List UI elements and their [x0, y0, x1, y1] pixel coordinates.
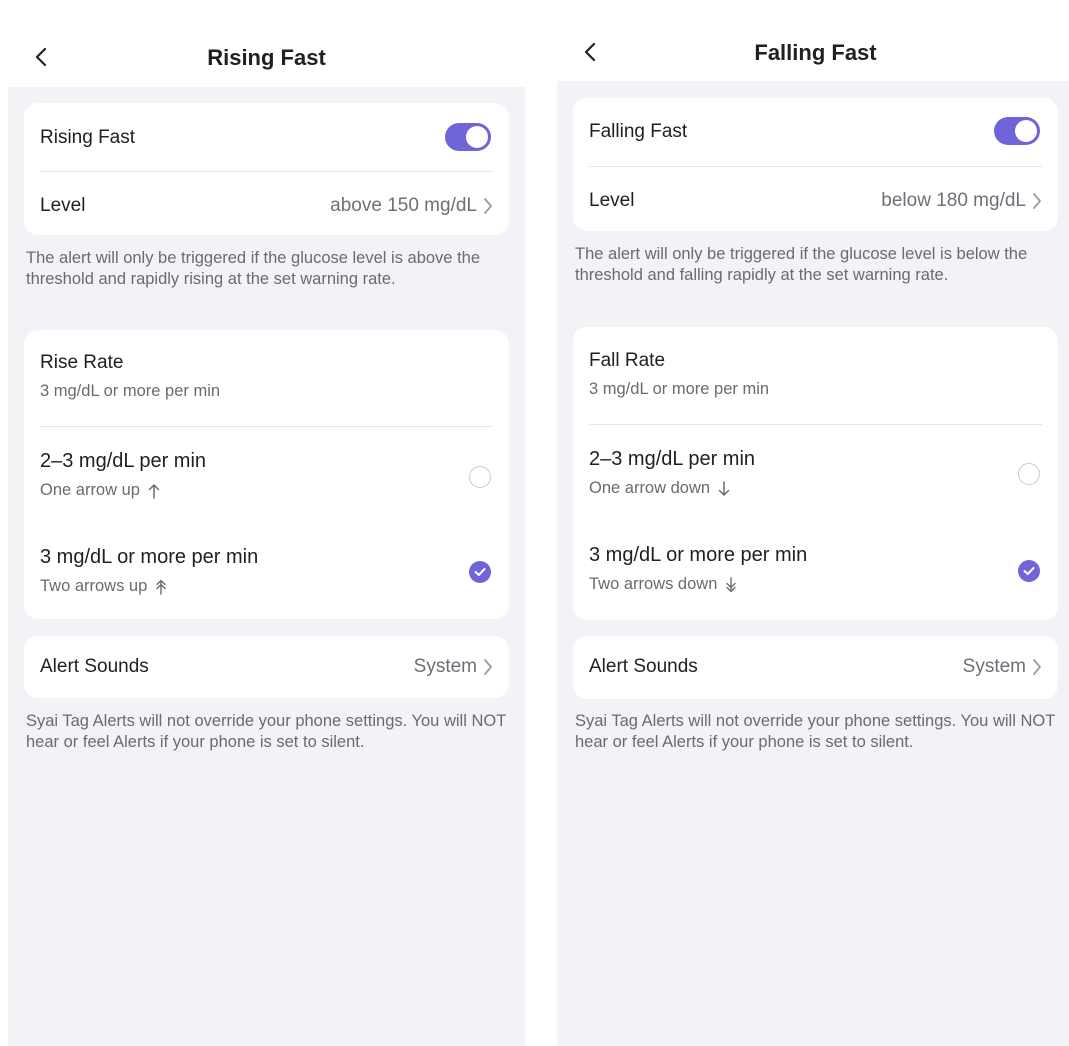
rate-option-2-3[interactable]: 2–3 mg/dL per min One arrow down [589, 448, 1042, 504]
rate-option-3-plus[interactable]: 3 mg/dL or more per min Two arrows up [40, 546, 493, 602]
option-subtitle: One arrow up [40, 481, 493, 500]
alert-toggle-row: Falling Fast [589, 121, 1042, 143]
option-subtitle: One arrow down [589, 479, 1042, 498]
level-note: The alert will only be triggered if the … [575, 245, 1028, 284]
rate-option-2-3[interactable]: 2–3 mg/dL per min One arrow up [40, 450, 493, 506]
divider [40, 426, 493, 427]
arrow-up-icon [148, 483, 160, 499]
app-stage: Rising Fast Rising Fast Level above 150 … [0, 0, 1069, 1046]
nav-bar: Rising Fast [8, 0, 525, 87]
radio-option-3-plus-selected[interactable] [1018, 560, 1040, 582]
rate-title: Fall Rate [589, 350, 666, 371]
sounds-note: Syai Tag Alerts will not override your p… [26, 712, 506, 751]
page-title: Rising Fast [207, 45, 326, 70]
option-subtitle-text: Two arrows down [589, 575, 718, 593]
level-value: above 150 mg/dL [330, 195, 477, 216]
option-title: 3 mg/dL or more per min [589, 544, 808, 566]
divider [40, 171, 493, 172]
level-value-group: below 180 mg/dL [881, 190, 1042, 212]
option-title: 2–3 mg/dL per min [589, 448, 756, 470]
alert-sounds-row[interactable]: Alert Sounds System [40, 656, 493, 680]
alert-toggle-label: Falling Fast [589, 121, 688, 142]
divider [589, 424, 1042, 425]
option-subtitle-text: One arrow down [589, 479, 711, 497]
rate-card: Fall Rate 3 mg/dL or more per min 2–3 mg… [573, 327, 1058, 620]
checkmark-icon [1023, 567, 1035, 575]
option-subtitle-text: Two arrows up [40, 577, 148, 595]
toggle-knob [1015, 120, 1037, 142]
radio-option-2-3[interactable] [469, 466, 491, 488]
toggle-knob [466, 126, 488, 148]
alert-toggle-switch[interactable] [994, 117, 1040, 145]
alert-sounds-row[interactable]: Alert Sounds System [589, 656, 1042, 680]
radio-option-3-plus-selected[interactable] [469, 561, 491, 583]
alert-toggle-label: Rising Fast [40, 127, 136, 148]
checkmark-icon [474, 568, 486, 576]
nav-bar: Falling Fast [557, 0, 1069, 81]
alert-sounds-value-group: System [963, 656, 1042, 678]
option-subtitle: Two arrows down [589, 575, 1042, 594]
rate-summary: Fall Rate 3 mg/dL or more per min [589, 350, 1042, 399]
arrow-down-icon [718, 480, 730, 496]
rate-option-3-plus[interactable]: 3 mg/dL or more per min Two arrows down [589, 544, 1042, 600]
alert-toggle-row: Rising Fast [40, 127, 493, 149]
level-value-group: above 150 mg/dL [330, 195, 493, 217]
level-row[interactable]: Level below 180 mg/dL [589, 190, 1042, 214]
alert-settings-card: Falling Fast Level below 180 mg/dL [573, 98, 1058, 231]
chevron-right-icon [484, 659, 492, 675]
rate-title: Rise Rate [40, 352, 124, 373]
alert-toggle-switch[interactable] [445, 123, 491, 151]
chevron-right-icon [1033, 659, 1041, 675]
rate-current: 3 mg/dL or more per min [40, 382, 221, 400]
sounds-note: Syai Tag Alerts will not override your p… [575, 712, 1055, 751]
option-title: 2–3 mg/dL per min [40, 450, 207, 472]
rising-fast-screen: Rising Fast Rising Fast Level above 150 … [8, 0, 525, 1046]
chevron-right-icon [1033, 193, 1041, 209]
alert-sounds-card[interactable]: Alert Sounds System [573, 636, 1058, 699]
double-arrow-down-icon [726, 576, 737, 592]
divider [589, 166, 1042, 167]
level-row[interactable]: Level above 150 mg/dL [40, 195, 493, 219]
alert-sounds-value: System [962, 656, 1026, 677]
option-title: 3 mg/dL or more per min [40, 546, 259, 568]
alert-settings-card: Rising Fast Level above 150 mg/dL [24, 103, 509, 235]
level-note: The alert will only be triggered if the … [26, 249, 480, 288]
rate-card: Rise Rate 3 mg/dL or more per min 2–3 mg… [24, 330, 509, 619]
chevron-right-icon [484, 198, 492, 214]
alert-sounds-value-group: System [414, 656, 493, 678]
option-subtitle: Two arrows up [40, 577, 493, 596]
falling-fast-screen: Falling Fast Falling Fast Level below 18… [557, 0, 1069, 1046]
level-value: below 180 mg/dL [881, 190, 1026, 211]
radio-option-2-3[interactable] [1018, 463, 1040, 485]
rate-current: 3 mg/dL or more per min [589, 380, 770, 398]
alert-sounds-card[interactable]: Alert Sounds System [24, 636, 509, 698]
option-subtitle-text: One arrow up [40, 481, 140, 499]
page-title: Falling Fast [754, 40, 877, 65]
double-arrow-up-icon [156, 579, 166, 595]
alert-sounds-value: System [413, 656, 477, 677]
rate-summary: Rise Rate 3 mg/dL or more per min [40, 352, 493, 401]
